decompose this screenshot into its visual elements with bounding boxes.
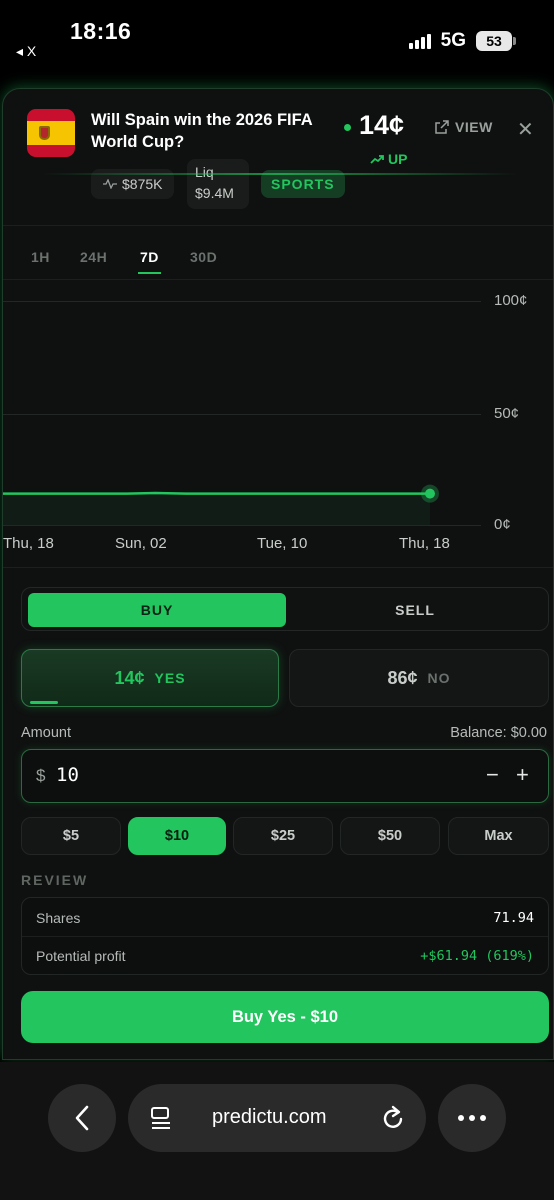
x-tick-label: Tue, 10 [257, 535, 308, 552]
tab-24h[interactable]: 24H [80, 249, 107, 265]
market-card: Will Spain win the 2026 FIFA World Cup? … [2, 88, 554, 1060]
status-bar: 18:16 ◂ X 5G 53 [0, 0, 554, 80]
currency-symbol: $ [36, 766, 46, 785]
sell-tab[interactable]: SELL [286, 593, 544, 627]
status-icons: 5G 53 [408, 30, 516, 52]
no-label: NO [427, 670, 451, 686]
yes-outcome-button[interactable]: 14¢ YES [21, 649, 279, 707]
decrement-button[interactable]: − [486, 762, 499, 788]
profit-label: Potential profit [36, 948, 126, 964]
buy-sell-toggle: BUY SELL [21, 587, 549, 631]
tab-1h[interactable]: 1H [31, 249, 50, 265]
preset-10-button[interactable]: $10 [128, 817, 226, 855]
x-tick-label: Sun, 02 [115, 535, 167, 552]
network-type: 5G [440, 30, 466, 51]
amount-input[interactable]: 10 [56, 764, 79, 786]
preset-max-button[interactable]: Max [448, 817, 549, 855]
market-title: Will Spain win the 2026 FIFA World Cup? [91, 111, 313, 151]
chart-plot [3, 484, 439, 525]
profit-value: +$61.94 (619%) [420, 948, 534, 964]
trend-up-icon [370, 155, 384, 164]
browser-toolbar: predictu.com [0, 1062, 554, 1200]
divider [3, 567, 553, 568]
liquidity-badge: Liq $9.4M [187, 159, 249, 209]
live-dot-icon [344, 124, 351, 131]
balance-text: Balance: $0.00 [450, 725, 547, 741]
increment-button[interactable]: + [516, 762, 529, 788]
current-point [425, 488, 435, 499]
trend-label: UP [388, 151, 408, 167]
chevron-left-icon [75, 1105, 89, 1131]
series-area [3, 492, 430, 525]
address-bar[interactable]: predictu.com [128, 1084, 426, 1152]
close-icon[interactable]: ✕ [517, 117, 534, 142]
buy-yes-button[interactable]: Buy Yes - $10 [21, 991, 549, 1043]
market-price: 14¢ [359, 110, 405, 140]
divider [3, 225, 553, 226]
preset-50-button[interactable]: $50 [340, 817, 440, 855]
url-text: predictu.com [212, 1106, 327, 1128]
buy-tab[interactable]: BUY [28, 593, 286, 627]
price-chart: 100¢ 50¢ 0¢ Thu, 18 Sun, 02 Tue, 10 Thu,… [3, 289, 553, 569]
profit-row: Potential profit +$61.94 (619%) [36, 948, 534, 964]
no-price: 86¢ [387, 667, 418, 688]
shares-label: Shares [36, 910, 81, 926]
battery-icon: 53 [476, 31, 516, 51]
review-summary: Shares 71.94 Potential profit +$61.94 (6… [21, 897, 549, 975]
timeframe-tabs: 1H 24H 7D 30D [3, 237, 553, 281]
yes-label: YES [154, 670, 186, 686]
amount-field[interactable]: $ 10 − + [21, 749, 549, 803]
back-button[interactable] [48, 1084, 116, 1152]
divider [3, 279, 553, 280]
amount-label: Amount [21, 725, 71, 741]
volume-value: $875K [122, 176, 163, 192]
activity-icon [103, 179, 117, 189]
signal-icon [408, 33, 431, 49]
shares-value: 71.94 [493, 910, 534, 926]
x-tick-label: Thu, 18 [3, 535, 54, 552]
x-tick-label: Thu, 18 [399, 535, 450, 552]
external-link-icon [435, 120, 449, 134]
preset-5-button[interactable]: $5 [21, 817, 121, 855]
series-line [3, 491, 430, 495]
back-to-app-link[interactable]: ◂ X [16, 43, 36, 60]
yes-probability-bar [30, 701, 58, 704]
more-button[interactable] [438, 1084, 506, 1152]
yes-price: 14¢ [114, 667, 145, 688]
clock: 18:16 [70, 18, 132, 44]
liquidity-value: $9.4M [195, 185, 234, 201]
preset-25-button[interactable]: $25 [233, 817, 333, 855]
view-button[interactable]: VIEW [435, 119, 493, 135]
review-heading: REVIEW [21, 872, 89, 888]
tab-7d[interactable]: 7D [138, 249, 161, 274]
trend-indicator: UP [370, 151, 407, 167]
reload-icon[interactable] [380, 1104, 406, 1132]
view-label: VIEW [455, 119, 493, 135]
shares-row: Shares 71.94 [36, 910, 534, 926]
page-menu-icon [151, 1107, 170, 1129]
no-outcome-button[interactable]: 86¢ NO [289, 649, 549, 707]
spain-flag-icon [27, 109, 75, 157]
tab-30d[interactable]: 30D [190, 249, 217, 265]
more-dots-icon [458, 1115, 486, 1121]
